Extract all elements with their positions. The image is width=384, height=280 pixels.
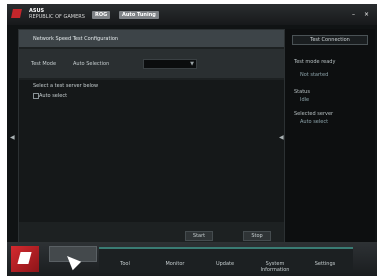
main-panel: Network Speed Test Configuration Test Mo… <box>18 29 285 245</box>
info-label-2: Status <box>294 89 310 95</box>
mode-label: Test Mode <box>31 61 57 67</box>
stop-button[interactable]: Stop <box>243 231 271 241</box>
panel-title: Network Speed Test Configuration <box>33 36 119 42</box>
app-window: ASUS REPUBLIC OF GAMERS ROG Auto Tuning … <box>7 4 377 276</box>
dock-tab-tool[interactable]: Tool <box>105 261 145 267</box>
close-button[interactable]: × <box>363 11 370 18</box>
rog-eye-icon <box>17 252 32 264</box>
list-item[interactable]: Auto select <box>39 93 67 99</box>
info-label-3: Selected server <box>294 111 334 117</box>
dock-tab-bar: Tool Monitor Update System Information S… <box>99 247 353 273</box>
top-button-auto-tuning[interactable]: Auto Tuning <box>119 11 159 19</box>
panel-header: Network Speed Test Configuration <box>19 30 284 47</box>
info-value-1: Not started <box>300 72 329 78</box>
title-bar: ASUS REPUBLIC OF GAMERS ROG Auto Tuning … <box>7 4 377 25</box>
brand-subtitle: REPUBLIC OF GAMERS <box>29 14 85 20</box>
dock-logo-button[interactable] <box>11 246 39 272</box>
info-value-2: Idle <box>300 97 310 103</box>
settings-row: Test Mode Auto Selection ▼ <box>19 49 284 78</box>
info-sidebar: Test Connection Test mode ready Not star… <box>285 29 375 243</box>
dock-tab-update[interactable]: Update <box>205 261 245 267</box>
list-heading: Select a test server below <box>33 83 99 89</box>
start-button[interactable]: Start <box>185 231 213 241</box>
rog-logo-icon <box>11 9 22 18</box>
chevron-left-icon[interactable]: ◀ <box>10 135 15 141</box>
top-button-rog[interactable]: ROG <box>92 11 111 19</box>
info-label-1: Test mode ready <box>294 59 336 65</box>
server-select[interactable]: ▼ <box>143 59 197 69</box>
info-value-3: Auto select <box>300 119 329 125</box>
minimize-button[interactable]: – <box>350 11 357 18</box>
chevron-down-icon: ▼ <box>190 61 194 67</box>
chevron-left-icon[interactable]: ◀ <box>279 135 284 141</box>
server-list[interactable]: Select a test server below Auto select <box>19 80 284 222</box>
dock-tab-monitor[interactable]: Monitor <box>155 261 195 267</box>
dock-tab-settings[interactable]: Settings <box>305 261 345 267</box>
dock-tab-system-info[interactable]: System Information <box>255 261 295 273</box>
test-connection-button[interactable]: Test Connection <box>292 35 368 45</box>
mode-value: Auto Selection <box>73 61 110 67</box>
